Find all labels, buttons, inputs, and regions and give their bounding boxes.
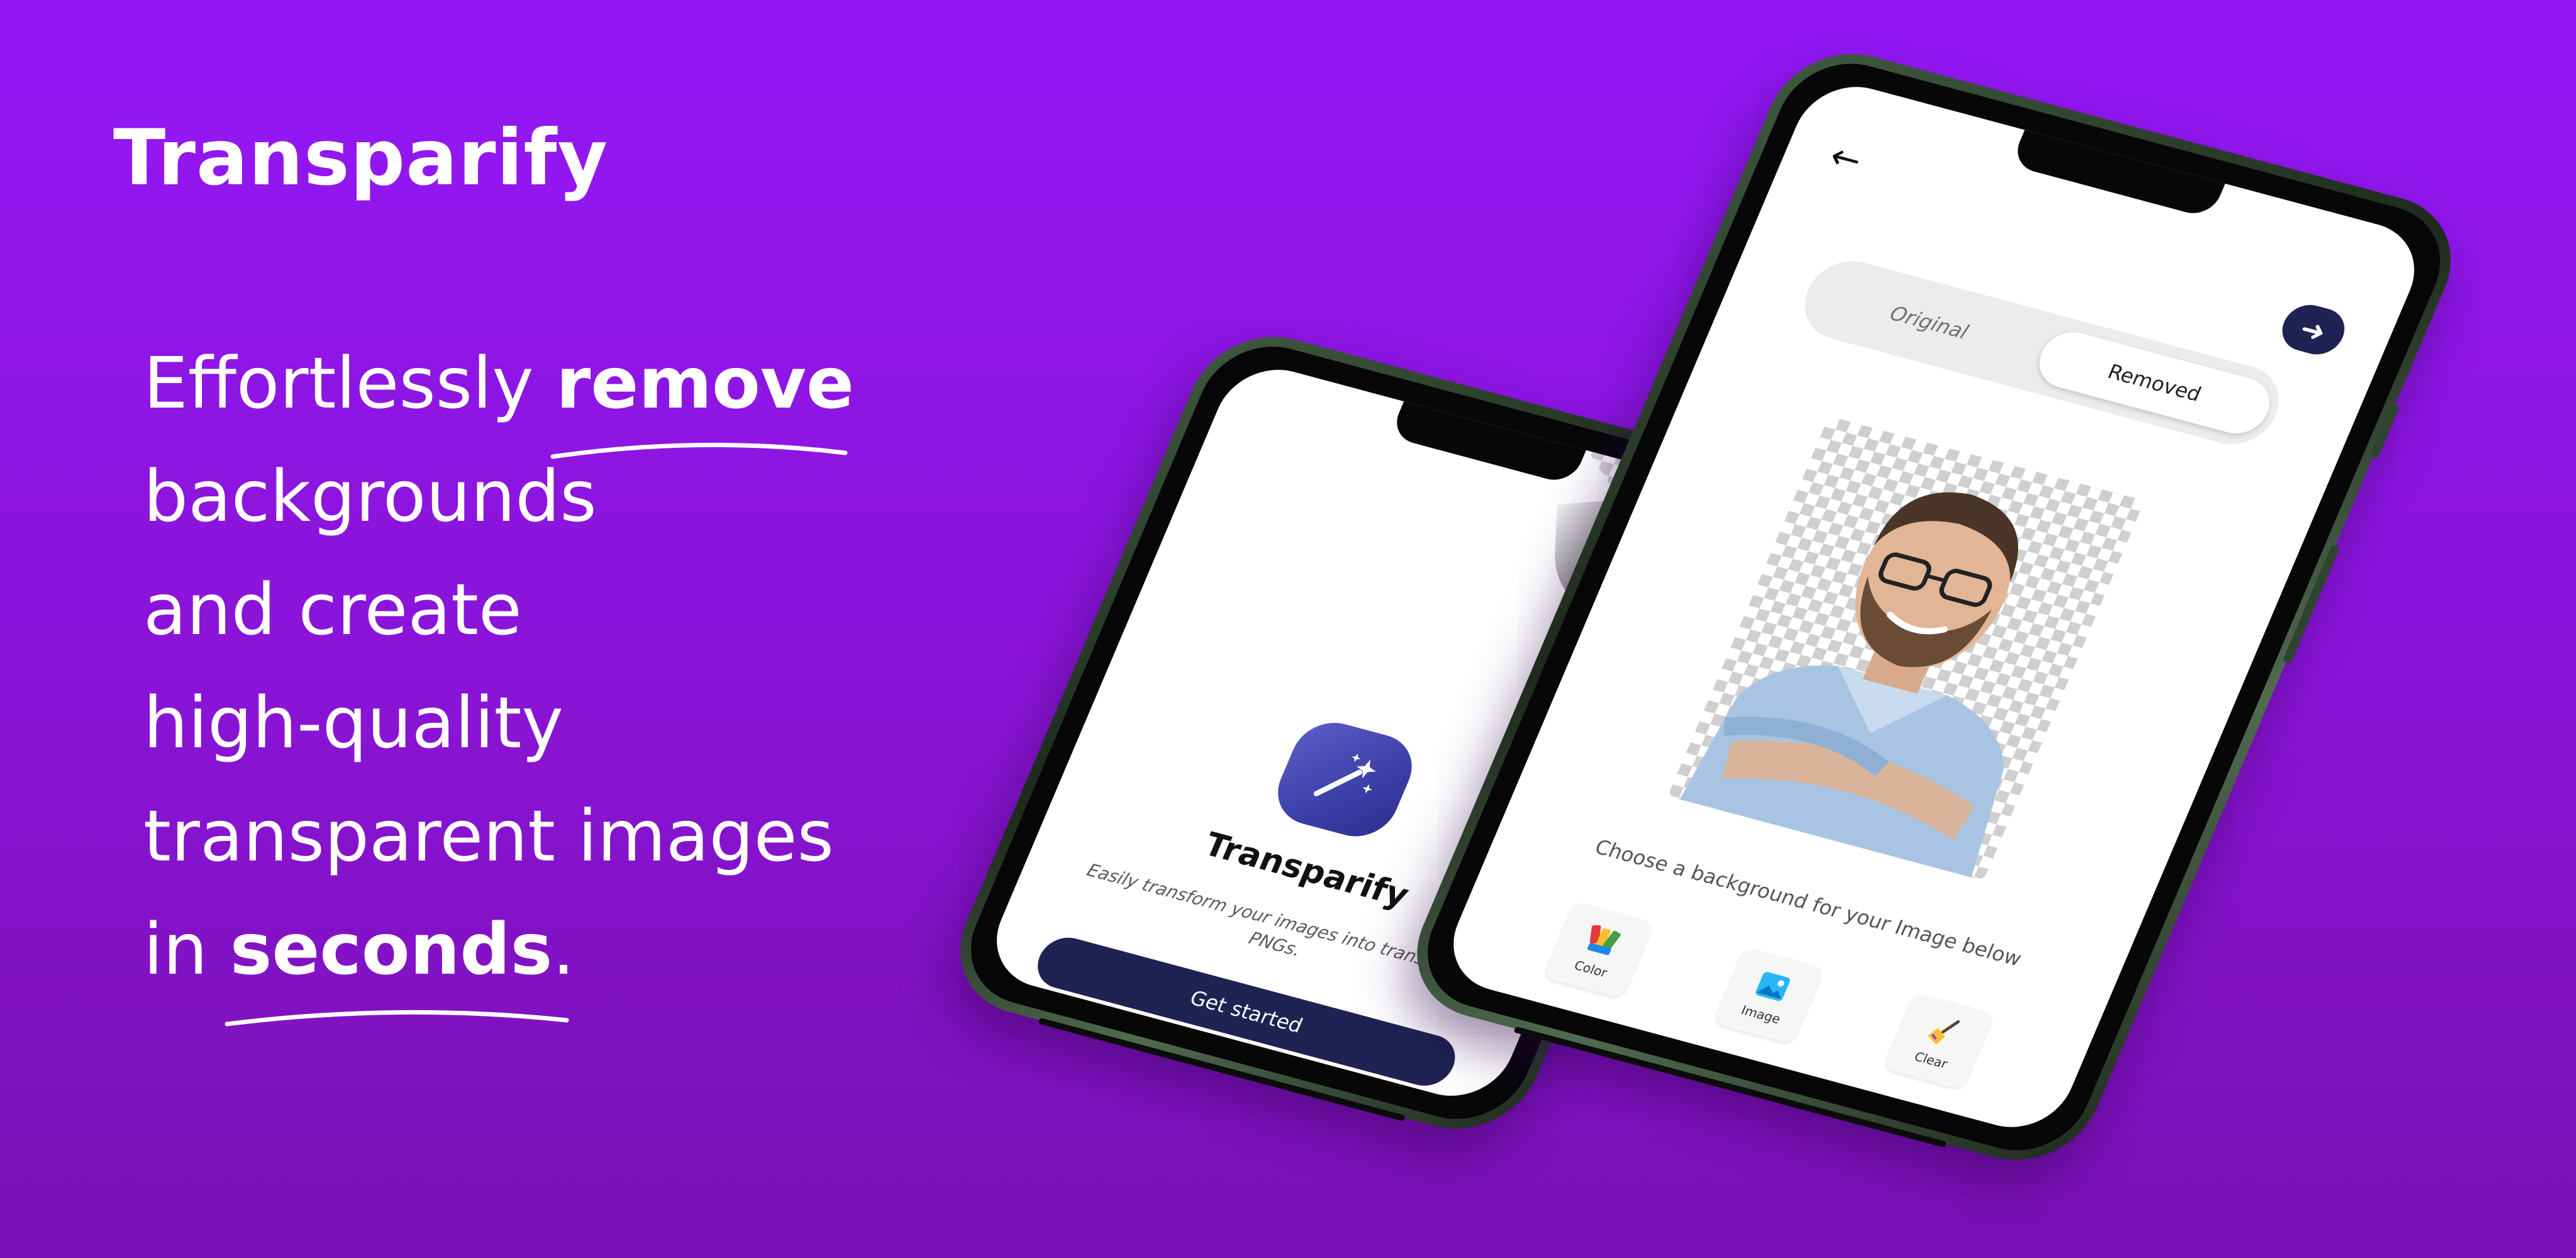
result-image-preview	[1667, 416, 2145, 881]
person-cutout	[1679, 492, 2018, 878]
option-image-button[interactable]: Image	[1713, 947, 1825, 1045]
phone-notch	[1389, 400, 1587, 486]
toggle-original[interactable]: Original	[1805, 265, 2053, 380]
option-label: Color	[1572, 957, 1610, 981]
option-label: Image	[1738, 1002, 1783, 1027]
option-label: Clear	[1912, 1049, 1950, 1072]
underline-swash	[225, 1010, 569, 1027]
headline-line-5: transparent images	[143, 796, 834, 877]
headline-period: .	[552, 909, 575, 991]
app-logo	[1266, 714, 1424, 845]
headline-line-6: in seconds.	[143, 893, 1024, 1027]
color-palette-icon	[1587, 925, 1621, 955]
headline-line-3: and create	[143, 569, 522, 651]
headline: Effortlessly remove backgrounds and crea…	[143, 327, 1024, 1027]
underline-swash	[550, 442, 848, 459]
headline-line-1: Effortlessly remove	[143, 327, 1024, 459]
phone-bezel: ← ➜ Original Removed Choose a background…	[1407, 49, 2461, 1165]
back-arrow-icon[interactable]: ←	[1823, 136, 1868, 182]
headline-text: in	[143, 909, 230, 991]
magic-wand-icon	[1313, 754, 1376, 796]
option-clear-button[interactable]: Clear	[1883, 993, 1995, 1090]
headline-emphasis-text: remove	[556, 343, 854, 425]
headline-line-4: high-quality	[143, 682, 564, 764]
headline-emphasis-seconds: seconds	[225, 893, 569, 1027]
editor-screen: ← ➜ Original Removed Choose a background…	[1436, 74, 2432, 1140]
option-color-button[interactable]: Color	[1543, 901, 1655, 999]
arrow-right-icon: ➜	[2294, 311, 2332, 350]
broom-icon	[1928, 1020, 1960, 1045]
view-toggle: Original Removed	[1792, 252, 2292, 454]
brand-title: Transparify	[113, 113, 609, 203]
next-button[interactable]: ➜	[2275, 299, 2352, 360]
image-icon	[1755, 972, 1790, 1001]
phone-notch	[2009, 128, 2226, 219]
headline-emphasis-remove: remove	[550, 327, 854, 459]
headline-emphasis-text: seconds	[230, 909, 553, 991]
headline-text: Effortlessly	[143, 343, 557, 425]
toggle-removed[interactable]: Removed	[2030, 325, 2279, 440]
